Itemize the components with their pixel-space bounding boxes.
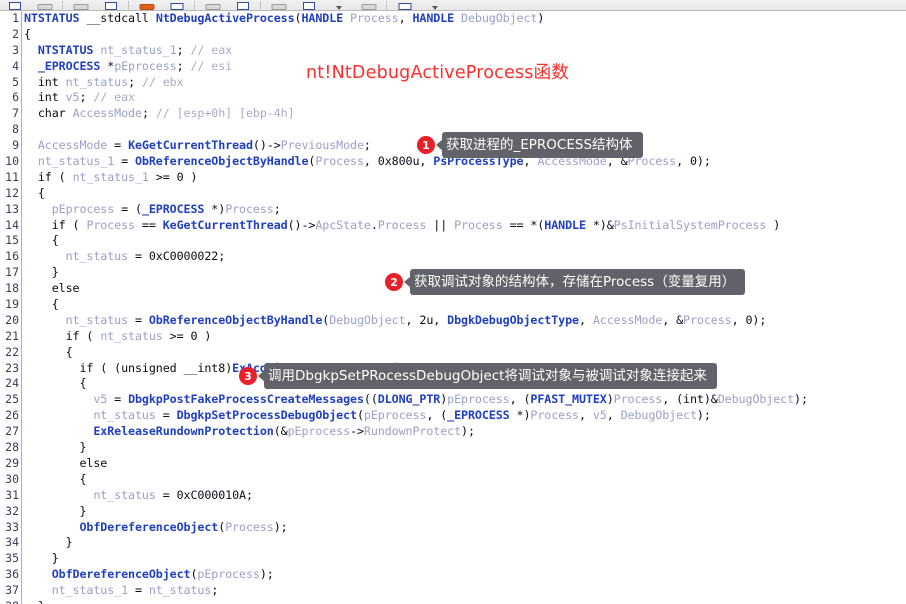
line-number: 24 [5, 376, 19, 391]
line-number: 36 [5, 567, 19, 582]
code-line[interactable]: { [24, 297, 904, 313]
code-line[interactable]: { [24, 233, 904, 249]
stop-icon[interactable] [132, 0, 162, 10]
exports-icon[interactable] [354, 0, 384, 10]
enums-icon[interactable] [264, 0, 294, 10]
line-number: 15 [5, 233, 19, 248]
code-line[interactable]: int v5; // eax [24, 90, 904, 106]
callout-1: 1 获取进程的_EPROCESS结构体 [417, 132, 643, 158]
code-line[interactable]: } [24, 440, 904, 456]
code-line[interactable]: else [24, 456, 904, 472]
code-line[interactable]: } [24, 551, 904, 567]
callout-3-label: 调用DbgkpSetPRocessDebugObject将调试对象与被调试对象连… [264, 363, 717, 389]
code-line[interactable]: char AccessMode; // [esp+0h] [ebp-4h] [24, 106, 904, 122]
line-number: 6 [12, 90, 19, 105]
line-number: 23 [5, 360, 19, 375]
line-number: 10 [5, 154, 19, 169]
line-number: 26 [5, 408, 19, 423]
callout-1-label: 获取进程的_EPROCESS结构体 [442, 132, 643, 158]
line-number: 37 [5, 583, 19, 598]
code-line[interactable]: if ( nt_status_1 >= 0 ) [24, 170, 904, 186]
code-line[interactable]: nt_status = DbgkpSetProcessDebugObject(p… [24, 408, 904, 424]
save-icon[interactable] [30, 0, 60, 10]
code-line[interactable]: nt_status = ObReferenceObjectByHandle(De… [24, 313, 904, 329]
line-number: 17 [5, 265, 19, 280]
line-number-gutter: 1 2 3 4 5 6 7 8 9 10 11 12 13 14 15 16 17 18 19 20 21 22 23 24 2… [0, 11, 22, 604]
callout-2-badge: 2 [385, 273, 403, 291]
line-number: 29 [5, 455, 19, 470]
line-number: 25 [5, 392, 19, 407]
callout-1-badge: 1 [417, 136, 435, 154]
line-number: 3 [12, 42, 19, 57]
line-number: 20 [5, 312, 19, 327]
line-number: 13 [5, 201, 19, 216]
line-number: 16 [5, 249, 19, 264]
line-number: 27 [5, 424, 19, 439]
code-line[interactable]: { [24, 472, 904, 488]
callout-2: 2 获取调试对象的结构体，存储在Process（变量复用） [385, 269, 746, 295]
line-number: 19 [5, 297, 19, 312]
code-line[interactable]: pEprocess = (_EPROCESS *)Process; [24, 202, 904, 218]
callout-2-label: 获取调试对象的结构体，存储在Process（变量复用） [410, 269, 746, 295]
line-number: 32 [5, 503, 19, 518]
line-number: 28 [5, 440, 19, 455]
code-line[interactable]: } [24, 504, 904, 520]
line-number: 14 [5, 217, 19, 232]
code-line[interactable]: if ( nt_status >= 0 ) [24, 329, 904, 345]
line-number: 38 [0, 599, 21, 604]
line-number: 9 [12, 138, 19, 153]
code-line[interactable]: { [24, 186, 904, 202]
code-line[interactable]: } [24, 535, 904, 551]
line-number: 22 [5, 344, 19, 359]
toolbar [0, 0, 906, 11]
callout-3-badge: 3 [239, 367, 257, 385]
line-number: 30 [5, 471, 19, 486]
line-number: 18 [5, 281, 19, 296]
back-icon[interactable] [66, 0, 96, 10]
open-icon[interactable] [0, 0, 30, 10]
imports-icon[interactable] [294, 0, 324, 10]
line-number: 2 [12, 26, 19, 41]
line-number: 31 [5, 487, 19, 502]
code-area[interactable]: NTSTATUS __stdcall NtDebugActiveProcess(… [24, 11, 904, 604]
debug-icon[interactable] [390, 0, 420, 10]
line-number: 12 [5, 185, 19, 200]
code-line[interactable]: NTSTATUS nt_status_1; // eax [24, 43, 904, 59]
line-number: 35 [5, 551, 19, 566]
code-line[interactable]: if ( Process == KeGetCurrentThread()->Ap… [24, 218, 904, 234]
dropdown-icon[interactable] [324, 0, 354, 10]
code-line[interactable]: } [24, 599, 904, 604]
forward-icon[interactable] [96, 0, 126, 10]
line-number: 8 [12, 122, 19, 137]
callout-3: 3 调用DbgkpSetPRocessDebugObject将调试对象与被调试对… [239, 363, 717, 389]
line-number: 4 [12, 58, 19, 73]
code-line[interactable]: ObfDereferenceObject(Process); [24, 520, 904, 536]
line-number: 5 [12, 74, 19, 89]
code-line[interactable]: NTSTATUS __stdcall NtDebugActiveProcess(… [24, 11, 904, 27]
debug-dropdown-icon[interactable] [420, 0, 450, 10]
line-number: 7 [12, 106, 19, 121]
line-number: 34 [5, 535, 19, 550]
code-line[interactable]: ObfDereferenceObject(pEprocess); [24, 567, 904, 583]
code-line[interactable]: nt_status = 0xC0000022; [24, 249, 904, 265]
code-line[interactable]: { [24, 345, 904, 361]
code-line[interactable]: { [24, 27, 904, 43]
graph-icon[interactable] [162, 0, 192, 10]
hex-view-icon[interactable] [198, 0, 228, 10]
code-line[interactable]: nt_status_1 = nt_status; [24, 583, 904, 599]
structures-icon[interactable] [228, 0, 258, 10]
code-line[interactable]: ExReleaseRundownProtection(&pEprocess->R… [24, 424, 904, 440]
code-line[interactable]: nt_status = 0xC000010A; [24, 488, 904, 504]
line-number: 11 [5, 169, 19, 184]
line-number: 33 [5, 519, 19, 534]
page-title: nt!NtDebugActiveProcess函数 [306, 63, 569, 83]
line-number: 21 [5, 328, 19, 343]
line-number: 1 [12, 11, 19, 25]
pseudocode-editor[interactable]: 1 2 3 4 5 6 7 8 9 10 11 12 13 14 15 16 17 18 19 20 21 22 23 24 2… [0, 11, 906, 604]
code-line[interactable]: v5 = DbgkpPostFakeProcessCreateMessages(… [24, 392, 904, 408]
